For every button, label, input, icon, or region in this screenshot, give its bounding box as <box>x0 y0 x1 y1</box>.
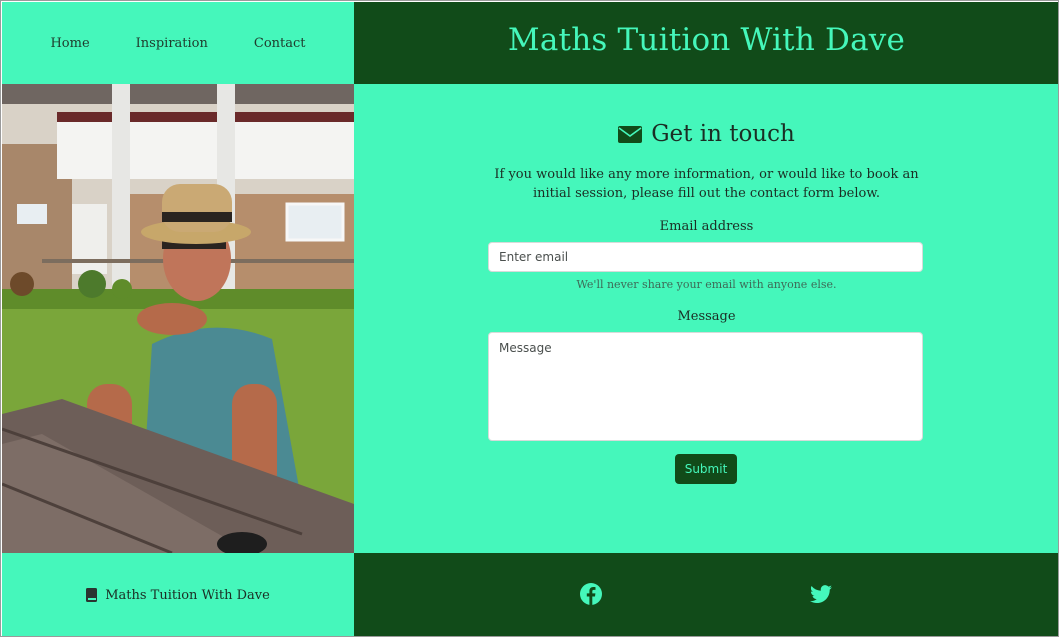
footer-social <box>354 553 1058 636</box>
nav-inspiration-link[interactable]: Inspiration <box>136 36 208 51</box>
email-input[interactable] <box>488 242 923 272</box>
contact-heading-text: Get in touch <box>651 121 795 147</box>
email-help-text: We'll never share your email with anyone… <box>576 278 837 291</box>
message-textarea[interactable] <box>488 332 923 441</box>
footer-brand-text: Maths Tuition With Dave <box>105 587 270 603</box>
site-title: Maths Tuition With Dave <box>507 22 906 58</box>
page-frame: Home Inspiration Contact Maths Tuition W… <box>0 0 1059 637</box>
submit-button[interactable]: Submit <box>675 454 737 484</box>
nav-home-link[interactable]: Home <box>50 36 89 51</box>
contact-intro: If you would like any more information, … <box>494 167 919 201</box>
nav-contact-link[interactable]: Contact <box>254 36 306 51</box>
tutor-photo <box>2 84 354 553</box>
contact-section: Get in touch If you would like any more … <box>354 84 1058 553</box>
book-icon <box>86 588 98 602</box>
footer-brand: Maths Tuition With Dave <box>2 553 354 636</box>
twitter-icon[interactable] <box>809 582 833 606</box>
facebook-icon[interactable] <box>579 582 603 606</box>
main-nav: Home Inspiration Contact <box>2 2 354 84</box>
contact-heading: Get in touch <box>354 121 1058 147</box>
email-label: Email address <box>659 219 754 234</box>
envelope-icon <box>618 125 643 143</box>
site-header: Maths Tuition With Dave <box>354 2 1058 84</box>
message-label: Message <box>677 309 736 324</box>
